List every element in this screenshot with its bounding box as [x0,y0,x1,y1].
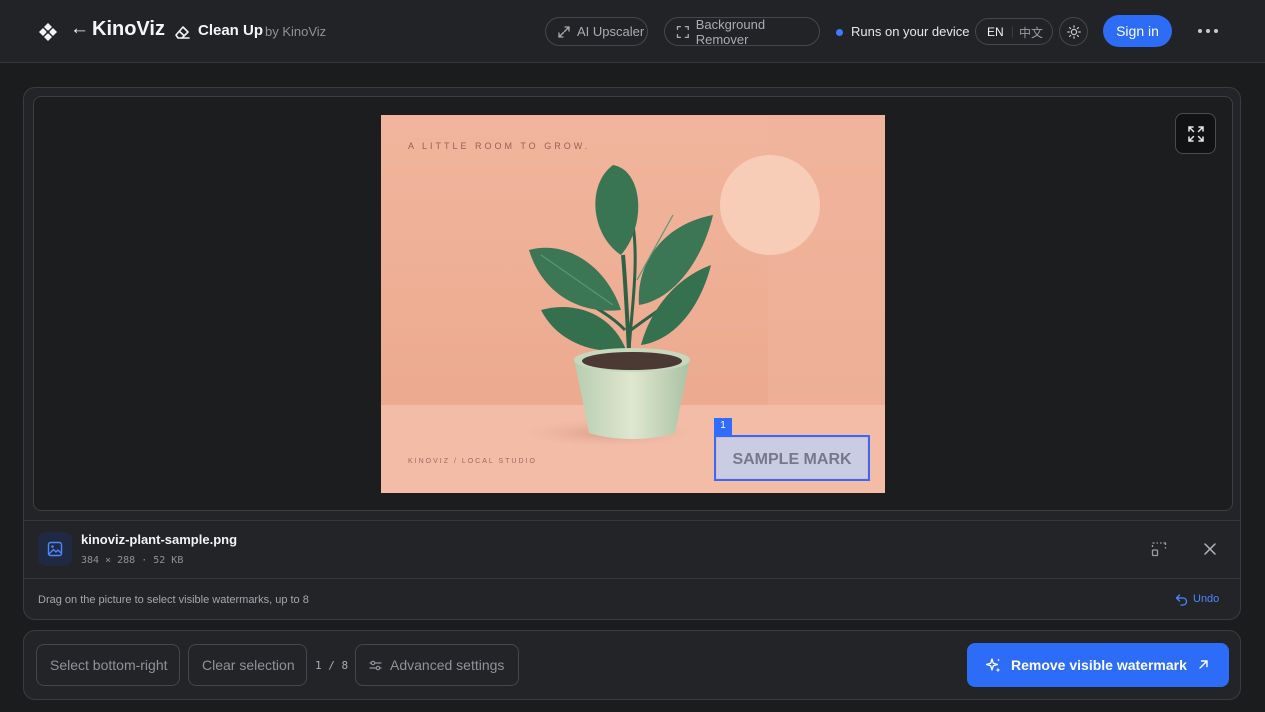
eraser-icon [175,26,190,39]
status-dot [836,28,843,36]
lang-zh-option[interactable]: 中文 [1019,24,1043,41]
image-file-icon [38,532,72,566]
fullscreen-button[interactable] [1175,113,1216,154]
undo-label: Undo [1193,593,1220,605]
background-remover-label: Background Remover [695,16,766,47]
image-headline: A LITTLE ROOM TO GROW. [408,141,590,151]
select-bottom-right-button[interactable]: Select bottom-right [36,644,180,686]
selection-hint: Drag on the picture to select visible wa… [38,594,309,606]
arrow-up-right-icon [1199,660,1208,669]
ai-upscaler-button[interactable]: AI Upscaler [545,17,648,46]
file-name: kinoviz-plant-sample.png [81,532,238,547]
advanced-settings-button[interactable]: Advanced settings [355,644,519,686]
selection-index-badge: 1 [714,418,732,435]
image-canvas[interactable]: A LITTLE ROOM TO GROW. KINOVIZ / LOCAL S… [33,96,1233,511]
select-region-icon[interactable] [1151,541,1167,557]
ai-upscaler-label: AI Upscaler [577,24,645,39]
sparkles-icon [985,657,1001,672]
remove-watermark-label: Remove visible watermark [1011,657,1187,673]
background-remover-button[interactable]: Background Remover [664,16,820,47]
editor-card: A LITTLE ROOM TO GROW. KINOVIZ / LOCAL S… [23,87,1241,620]
watermark-selection-box[interactable] [714,435,870,481]
expand-diagonal-icon [558,25,570,38]
tool-byline: by KinoViz [265,24,327,39]
tool-title: Clean Up [198,22,264,39]
lang-divider [1012,26,1013,38]
clear-selection-button[interactable]: Clear selection [188,644,307,686]
file-info-row: kinoviz-plant-sample.png 384 × 288 · 52 … [24,520,1240,578]
selection-count: 1 / 8 [315,659,349,672]
undo-button[interactable]: Undo [1175,592,1219,606]
app-header: ← KinoViz Clean Up by KinoViz AI Upscale… [0,0,1265,63]
kinoviz-logo-icon[interactable] [38,22,58,42]
action-toolbar: Select bottom-right Clear selection 1 / … [23,630,1241,700]
sign-in-button[interactable]: Sign in [1103,15,1172,47]
back-arrow-icon[interactable]: ← [70,19,89,39]
brand-name[interactable]: KinoViz [92,17,165,41]
lang-en-option[interactable]: EN [987,25,1004,39]
device-status: Runs on your device [836,24,970,40]
theme-toggle-button[interactable] [1059,17,1088,46]
fullscreen-expand-icon [1187,125,1204,142]
language-switcher: EN 中文 [975,18,1053,45]
close-icon[interactable] [1202,541,1218,557]
status-text: Runs on your device [851,24,970,39]
sun-icon [1066,24,1081,39]
remove-watermark-button[interactable]: Remove visible watermark [967,643,1229,687]
file-meta: 384 × 288 · 52 KB [81,555,184,566]
more-horizontal-icon[interactable] [1198,24,1218,38]
hint-row: Drag on the picture to select visible wa… [24,578,1240,620]
image-footer-text: KINOVIZ / LOCAL STUDIO [408,458,537,465]
undo-icon [1175,593,1188,606]
sliders-icon [369,660,382,670]
selection-frame-icon [676,25,689,38]
advanced-settings-label: Advanced settings [390,657,505,673]
